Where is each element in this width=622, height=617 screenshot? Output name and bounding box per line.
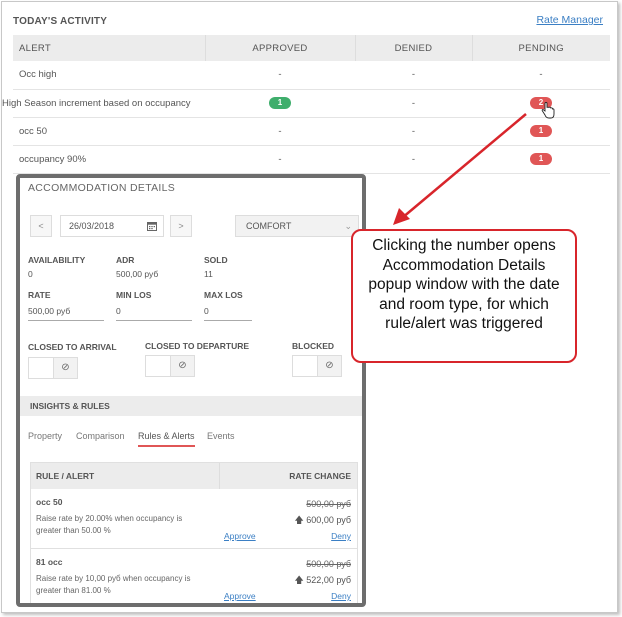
column-header-pending: PENDING (471, 35, 610, 61)
new-rate: 600,00 руб (306, 515, 351, 525)
activity-table: ALERT APPROVED DENIED PENDING Occ high -… (2, 35, 610, 174)
tab-comparison[interactable]: Comparison (76, 431, 125, 441)
closed-to-arrival-label: CLOSED TO ARRIVAL (28, 342, 117, 352)
rule-row: 81 occ Raise rate by 10,00 руб when occu… (31, 549, 357, 603)
availability-label: AVAILABILITY (28, 255, 86, 265)
date-value: 26/03/2018 (69, 221, 115, 231)
accommodation-details-popup: ACCOMMODATION DETAILS < 26/03/2018 > COM… (16, 174, 366, 607)
approved-count: - (205, 61, 355, 90)
alert-name: occ 50 (13, 117, 205, 146)
rule-name: occ 50 (36, 497, 63, 507)
toggle-off-icon: ⊘ (317, 356, 341, 376)
old-rate: 500,00 руб (306, 499, 351, 509)
date-field[interactable]: 26/03/2018 (60, 215, 164, 237)
availability-value: 0 (28, 269, 33, 279)
sold-label: SOLD (204, 255, 228, 265)
section-title: TODAY'S ACTIVITY (13, 16, 108, 27)
adr-value: 500,00 руб (116, 269, 159, 279)
closed-to-arrival-toggle[interactable]: ⊘ (28, 357, 78, 379)
approved-cell: 1 (205, 89, 355, 118)
new-rate: 522,00 руб (306, 575, 351, 585)
hand-cursor-icon (541, 102, 555, 119)
rate-change-column-header: RATE CHANGE (289, 471, 351, 481)
table-row: High Season increment based on occupancy… (2, 89, 610, 118)
rule-row: occ 50 Raise rate by 20.00% when occupan… (31, 489, 357, 549)
header-divider (219, 463, 220, 489)
sold-value: 11 (204, 269, 213, 279)
deny-link[interactable]: Deny (331, 531, 351, 541)
annotation-callout: Clicking the number opens Accommodation … (351, 229, 577, 363)
max-los-label: MAX LOS (204, 290, 243, 300)
screenshot-frame: TODAY'S ACTIVITY Rate Manager ALERT APPR… (1, 1, 618, 613)
blocked-label: BLOCKED (292, 341, 335, 351)
tab-property[interactable]: Property (28, 431, 62, 441)
adr-label: ADR (116, 255, 135, 265)
tab-rules-alerts[interactable]: Rules & Alerts (138, 431, 195, 447)
pending-cell: 1 (472, 117, 610, 146)
denied-count: - (355, 61, 472, 90)
next-date-button[interactable]: > (170, 215, 192, 237)
column-header-alert: ALERT (13, 35, 205, 61)
toggle-off-icon: ⊘ (53, 358, 77, 378)
new-rate-line: 🡅 600,00 руб (295, 513, 351, 529)
rules-table: RULE / ALERT RATE CHANGE occ 50 Raise ra… (30, 462, 358, 603)
pending-count: - (472, 61, 610, 90)
rule-description: Raise rate by 20.00% when occupancy is g… (36, 514, 183, 535)
calendar-icon[interactable] (147, 221, 157, 231)
insights-rules-header: INSIGHTS & RULES (20, 396, 362, 416)
table-row: occupancy 90% - - 1 (13, 145, 610, 174)
popup-title: ACCOMMODATION DETAILS (28, 182, 176, 194)
room-type-select[interactable]: COMFORT ⌄ (235, 215, 359, 237)
pending-count-badge[interactable]: 1 (530, 125, 552, 137)
arrow-up-icon: 🡅 (294, 575, 304, 585)
alert-name: occupancy 90% (13, 145, 205, 174)
approved-count: - (205, 145, 355, 174)
rule-column-header: RULE / ALERT (36, 471, 95, 481)
closed-to-departure-toggle[interactable]: ⊘ (145, 355, 195, 377)
denied-count: - (355, 89, 472, 118)
column-header-denied: DENIED (354, 35, 472, 61)
deny-link[interactable]: Deny (331, 591, 351, 601)
rate-label: RATE (28, 290, 51, 300)
alert-name: Occ high (13, 61, 205, 90)
rule-name: 81 occ (36, 557, 63, 567)
old-rate: 500,00 руб (306, 559, 351, 569)
chevron-down-icon: ⌄ (344, 221, 352, 231)
approve-link[interactable]: Approve (224, 531, 256, 541)
room-type-value: COMFORT (246, 221, 292, 231)
min-los-input[interactable]: 0 (116, 303, 192, 321)
prev-date-button[interactable]: < (30, 215, 52, 237)
arrow-up-icon: 🡅 (294, 515, 304, 525)
approved-count-badge[interactable]: 1 (269, 97, 291, 109)
toggle-off-icon: ⊘ (170, 356, 194, 376)
approve-link[interactable]: Approve (224, 591, 256, 601)
denied-count: - (355, 145, 472, 174)
rules-table-header: RULE / ALERT RATE CHANGE (31, 463, 357, 489)
rate-manager-link[interactable]: Rate Manager (536, 14, 603, 26)
pending-cell: 1 (472, 145, 610, 174)
max-los-input[interactable]: 0 (204, 303, 252, 321)
rate-input[interactable]: 500,00 руб (28, 303, 104, 321)
min-los-label: MIN LOS (116, 290, 152, 300)
tab-events[interactable]: Events (207, 431, 235, 441)
pending-count-badge[interactable]: 1 (530, 153, 552, 165)
alert-name: High Season increment based on occupancy (2, 89, 194, 118)
closed-to-departure-label: CLOSED TO DEPARTURE (145, 341, 250, 351)
new-rate-line: 🡅 522,00 руб (295, 573, 351, 589)
denied-count: - (355, 117, 472, 146)
table-row: occ 50 - - 1 (13, 117, 610, 146)
approved-count: - (205, 117, 355, 146)
blocked-toggle[interactable]: ⊘ (292, 355, 342, 377)
table-row: Occ high - - - (13, 61, 610, 90)
rule-description: Raise rate by 10,00 руб when occupancy i… (36, 574, 191, 595)
column-header-approved: APPROVED (204, 35, 355, 61)
